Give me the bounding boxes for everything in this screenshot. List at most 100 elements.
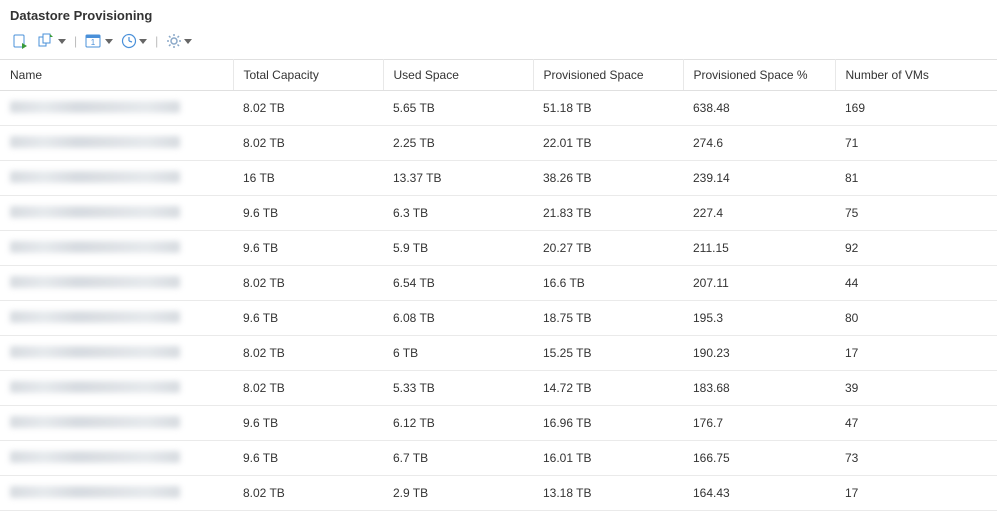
cell-provisioned-pct: 274.6 (683, 126, 835, 161)
cell-used-space: 6.12 TB (383, 406, 533, 441)
calendar-icon: 1 (85, 33, 103, 49)
col-header-used-space[interactable]: Used Space (383, 60, 533, 91)
cell-provisioned-space: 16.01 TB (533, 441, 683, 476)
export-button[interactable] (10, 31, 32, 51)
cell-provisioned-pct: 190.23 (683, 336, 835, 371)
col-header-provisioned-pct[interactable]: Provisioned Space % (683, 60, 835, 91)
cell-total-capacity: 8.02 TB (233, 266, 383, 301)
cell-total-capacity: 16 TB (233, 161, 383, 196)
cell-total-capacity: 8.02 TB (233, 371, 383, 406)
settings-button[interactable] (164, 31, 194, 51)
cell-provisioned-pct: 207.11 (683, 266, 835, 301)
table-row[interactable]: 9.6 TB6.7 TB16.01 TB166.7573 (0, 441, 997, 476)
cell-total-capacity: 8.02 TB (233, 336, 383, 371)
cell-provisioned-space: 18.75 TB (533, 301, 683, 336)
redacted-name (10, 101, 180, 113)
cell-total-capacity: 9.6 TB (233, 301, 383, 336)
page-title: Datastore Provisioning (0, 0, 997, 29)
table-header-row: Name Total Capacity Used Space Provision… (0, 60, 997, 91)
redacted-name (10, 346, 180, 358)
cell-total-capacity: 8.02 TB (233, 476, 383, 511)
cell-total-capacity: 9.6 TB (233, 441, 383, 476)
cell-name (0, 126, 233, 161)
datastore-table: Name Total Capacity Used Space Provision… (0, 59, 997, 511)
cell-name (0, 301, 233, 336)
table-row[interactable]: 9.6 TB6.08 TB18.75 TB195.380 (0, 301, 997, 336)
cell-total-capacity: 9.6 TB (233, 231, 383, 266)
col-header-provisioned-space[interactable]: Provisioned Space (533, 60, 683, 91)
table-row[interactable]: 9.6 TB6.12 TB16.96 TB176.747 (0, 406, 997, 441)
cell-used-space: 2.25 TB (383, 126, 533, 161)
col-header-name[interactable]: Name (0, 60, 233, 91)
reports-icon (38, 33, 56, 49)
cell-used-space: 6.7 TB (383, 441, 533, 476)
toolbar-separator: | (72, 34, 79, 48)
redacted-name (10, 171, 180, 183)
cell-provisioned-space: 20.27 TB (533, 231, 683, 266)
redacted-name (10, 206, 180, 218)
cell-provisioned-space: 38.26 TB (533, 161, 683, 196)
cell-provisioned-pct: 166.75 (683, 441, 835, 476)
cell-used-space: 2.9 TB (383, 476, 533, 511)
cell-total-capacity: 9.6 TB (233, 406, 383, 441)
table-row[interactable]: 8.02 TB5.33 TB14.72 TB183.6839 (0, 371, 997, 406)
cell-total-capacity: 8.02 TB (233, 91, 383, 126)
cell-provisioned-space: 15.25 TB (533, 336, 683, 371)
reports-button[interactable] (36, 31, 68, 51)
cell-used-space: 13.37 TB (383, 161, 533, 196)
cell-name (0, 371, 233, 406)
table-row[interactable]: 16 TB13.37 TB38.26 TB239.1481 (0, 161, 997, 196)
cell-used-space: 5.9 TB (383, 231, 533, 266)
cell-provisioned-pct: 211.15 (683, 231, 835, 266)
cell-num-vms: 169 (835, 91, 997, 126)
cell-used-space: 6.08 TB (383, 301, 533, 336)
clock-icon (121, 33, 137, 49)
cell-provisioned-space: 16.96 TB (533, 406, 683, 441)
cell-total-capacity: 8.02 TB (233, 126, 383, 161)
cell-used-space: 6 TB (383, 336, 533, 371)
table-row[interactable]: 8.02 TB2.9 TB13.18 TB164.4317 (0, 476, 997, 511)
svg-text:1: 1 (91, 38, 96, 47)
chevron-down-icon (58, 37, 66, 45)
cell-name (0, 91, 233, 126)
col-header-num-vms[interactable]: Number of VMs (835, 60, 997, 91)
cell-used-space: 5.33 TB (383, 371, 533, 406)
cell-used-space: 6.54 TB (383, 266, 533, 301)
redacted-name (10, 416, 180, 428)
cell-name (0, 406, 233, 441)
cell-name (0, 196, 233, 231)
cell-num-vms: 73 (835, 441, 997, 476)
cell-num-vms: 44 (835, 266, 997, 301)
redacted-name (10, 311, 180, 323)
table-row[interactable]: 8.02 TB6 TB15.25 TB190.2317 (0, 336, 997, 371)
cell-name (0, 266, 233, 301)
table-row[interactable]: 9.6 TB6.3 TB21.83 TB227.475 (0, 196, 997, 231)
table-row[interactable]: 8.02 TB2.25 TB22.01 TB274.671 (0, 126, 997, 161)
table-row[interactable]: 8.02 TB5.65 TB51.18 TB638.48169 (0, 91, 997, 126)
table-row[interactable]: 8.02 TB6.54 TB16.6 TB207.1144 (0, 266, 997, 301)
cell-provisioned-pct: 176.7 (683, 406, 835, 441)
cell-provisioned-pct: 164.43 (683, 476, 835, 511)
history-button[interactable] (119, 31, 149, 51)
schedule-button[interactable]: 1 (83, 31, 115, 51)
cell-provisioned-pct: 638.48 (683, 91, 835, 126)
cell-num-vms: 81 (835, 161, 997, 196)
cell-num-vms: 75 (835, 196, 997, 231)
cell-num-vms: 17 (835, 476, 997, 511)
redacted-name (10, 451, 180, 463)
redacted-name (10, 276, 180, 288)
cell-provisioned-pct: 227.4 (683, 196, 835, 231)
toolbar: | 1 | (0, 29, 997, 59)
cell-num-vms: 17 (835, 336, 997, 371)
cell-used-space: 5.65 TB (383, 91, 533, 126)
cell-provisioned-space: 22.01 TB (533, 126, 683, 161)
table-row[interactable]: 9.6 TB5.9 TB20.27 TB211.1592 (0, 231, 997, 266)
cell-num-vms: 71 (835, 126, 997, 161)
redacted-name (10, 486, 180, 498)
redacted-name (10, 241, 180, 253)
cell-provisioned-space: 51.18 TB (533, 91, 683, 126)
cell-provisioned-pct: 239.14 (683, 161, 835, 196)
chevron-down-icon (139, 37, 147, 45)
col-header-total-capacity[interactable]: Total Capacity (233, 60, 383, 91)
cell-name (0, 476, 233, 511)
